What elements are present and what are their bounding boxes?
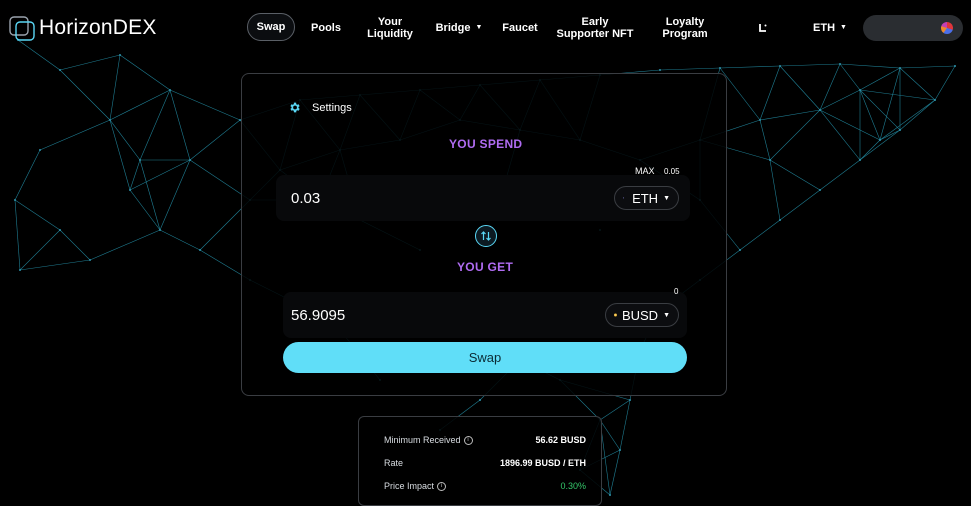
receive-amount: 56.9095 (291, 307, 346, 324)
rate-value: 1896.99 BUSD / ETH (499, 458, 586, 468)
nav-your-liquidity[interactable]: Your Liquidity (360, 0, 420, 56)
get-balance: 0 (674, 287, 679, 296)
spend-token-label: ETH (632, 190, 659, 206)
you-get-label: YOU GET (457, 260, 514, 274)
info-icon[interactable]: i (437, 481, 447, 491)
busd-coin-icon (614, 313, 617, 317)
chevron-down-icon: ▼ (663, 194, 670, 202)
network-label: ETH (813, 22, 836, 34)
nav-pools[interactable]: Pools (305, 0, 347, 56)
nav-faucet[interactable]: Faucet (498, 0, 542, 56)
receive-token-label: BUSD (621, 307, 659, 323)
swap-arrows-icon (481, 231, 491, 241)
network-selector[interactable]: ETH ▼ (808, 0, 852, 56)
ethereum-icon (623, 197, 625, 199)
corner-l-icon (759, 24, 767, 32)
max-button[interactable]: MAX (635, 166, 655, 176)
receive-token-selector[interactable]: BUSD ▼ (605, 303, 679, 327)
spend-balance: 0.05 (664, 167, 680, 176)
wallet-button[interactable] (863, 15, 963, 41)
nav-extra-button[interactable] (752, 0, 774, 56)
nav-loyalty-program[interactable]: Loyalty Program (656, 0, 714, 56)
chevron-down-icon: ▼ (475, 24, 483, 31)
min-received-label: Minimum Received (384, 435, 461, 445)
detail-row-rate: Rate 1896.99 BUSD / ETH (384, 458, 586, 468)
min-received-value: 56.62 BUSD (535, 435, 586, 445)
detail-row-minimum-received: Minimum Received i 56.62 BUSD (384, 435, 586, 445)
you-spend-label: YOU SPEND (449, 137, 523, 151)
gear-icon (290, 102, 300, 113)
spend-token-selector[interactable]: ETH ▼ (614, 186, 679, 210)
swap-direction-button[interactable] (475, 225, 497, 247)
chevron-down-icon: ▼ (663, 311, 670, 319)
settings-button[interactable]: Settings (288, 101, 352, 114)
nav-early-supporter-nft[interactable]: Early Supporter NFT (556, 0, 634, 56)
price-impact-value: 0.30% (560, 481, 586, 491)
nav-bridge-label: Bridge (435, 22, 471, 34)
detail-row-price-impact: Price Impact i 0.30% (384, 481, 586, 491)
price-impact-label: Price Impact (384, 481, 435, 491)
top-navigation: Swap Pools Your Liquidity Bridge ▼ Faucet… (0, 0, 971, 56)
swap-button[interactable]: Swap (283, 342, 687, 373)
settings-label: Settings (312, 101, 352, 114)
nav-bridge[interactable]: Bridge ▼ (433, 0, 485, 56)
chevron-down-icon: ▼ (840, 24, 847, 31)
spend-amount-input[interactable]: 0.03 (291, 190, 320, 207)
rate-label: Rate (384, 458, 404, 468)
wallet-avatar-icon (941, 22, 953, 34)
info-icon[interactable]: i (463, 435, 473, 445)
nav-swap[interactable]: Swap (247, 13, 295, 41)
